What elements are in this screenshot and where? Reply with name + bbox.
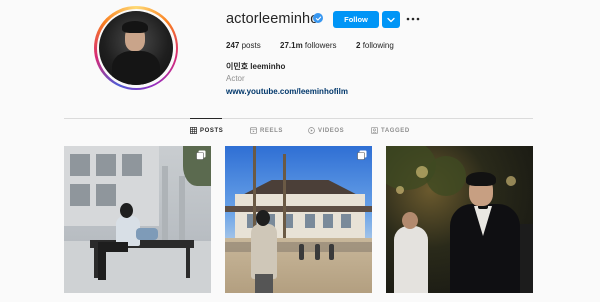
post-image-person bbox=[251, 224, 277, 279]
post-image-figure bbox=[299, 244, 304, 260]
following-count-value: 2 bbox=[356, 41, 361, 50]
post-image-background-person bbox=[394, 226, 428, 293]
post-image-window bbox=[70, 154, 90, 176]
more-options-button[interactable] bbox=[406, 12, 420, 26]
tab-posts-label: POSTS bbox=[200, 127, 224, 134]
post-thumbnail[interactable] bbox=[225, 146, 372, 293]
tab-reels-label: REELS bbox=[260, 127, 284, 134]
avatar-body bbox=[112, 51, 160, 85]
multiple-photos-icon bbox=[196, 150, 206, 160]
followers-count-label: followers bbox=[304, 41, 337, 50]
tab-tagged[interactable]: TAGGED bbox=[371, 127, 410, 134]
post-image-window bbox=[122, 154, 142, 176]
active-tab-indicator bbox=[190, 118, 222, 119]
post-image-background-person-head bbox=[402, 212, 418, 229]
tab-reels[interactable]: REELS bbox=[250, 127, 283, 134]
post-image-window bbox=[305, 214, 315, 228]
post-image-window bbox=[341, 214, 351, 228]
avatar-hair bbox=[122, 21, 148, 33]
post-image-light bbox=[506, 176, 516, 186]
follow-button[interactable]: Follow bbox=[333, 11, 379, 28]
post-image-window bbox=[96, 154, 116, 176]
post-image-light bbox=[416, 166, 428, 178]
post-image-pillar bbox=[179, 176, 185, 241]
post-image-palm bbox=[253, 146, 256, 236]
suggested-accounts-button[interactable] bbox=[382, 11, 400, 28]
post-image-person-hair bbox=[466, 172, 496, 186]
profile-username: actorleeminho bbox=[226, 11, 319, 27]
profile-category: Actor bbox=[226, 74, 245, 83]
post-thumbnail[interactable] bbox=[64, 146, 211, 293]
post-image-window bbox=[70, 184, 90, 206]
post-image-palm bbox=[283, 154, 286, 244]
avatar-border bbox=[96, 8, 176, 88]
post-image-person-shin bbox=[98, 244, 106, 280]
more-horizontal-icon bbox=[406, 17, 420, 21]
following-count-label: following bbox=[362, 41, 394, 50]
post-image-roof-trim bbox=[225, 206, 372, 212]
post-image-figure bbox=[329, 244, 334, 260]
posts-count-label: posts bbox=[241, 41, 261, 50]
avatar[interactable] bbox=[99, 11, 173, 85]
post-image-jacket bbox=[136, 228, 158, 240]
verified-badge-icon bbox=[313, 13, 323, 23]
tab-videos[interactable]: VIDEOS bbox=[308, 127, 344, 134]
post-image-person-legs bbox=[255, 274, 273, 293]
post-image-window bbox=[323, 214, 333, 228]
tab-posts[interactable]: POSTS bbox=[190, 127, 223, 134]
followers-count[interactable]: 27.1m followers bbox=[280, 41, 337, 50]
video-play-icon bbox=[308, 127, 315, 134]
chevron-down-icon bbox=[387, 17, 395, 22]
post-image-bench-leg bbox=[186, 248, 190, 278]
posts-count-value: 247 bbox=[226, 41, 240, 50]
posts-count: 247 posts bbox=[226, 41, 261, 50]
post-image-pillar bbox=[162, 166, 168, 241]
tagged-icon bbox=[371, 127, 378, 134]
post-image-foliage bbox=[426, 156, 466, 196]
post-image-figure bbox=[315, 244, 320, 260]
tabs-divider bbox=[64, 118, 533, 119]
profile-external-link[interactable]: www.youtube.com/leeminhofilm bbox=[226, 87, 348, 96]
grid-icon bbox=[190, 127, 197, 134]
profile-full-name: 이민호 leeminho bbox=[226, 62, 286, 71]
story-ring[interactable] bbox=[94, 6, 178, 90]
tab-videos-label: VIDEOS bbox=[318, 127, 345, 134]
reels-icon bbox=[250, 127, 257, 134]
post-image-person-head bbox=[120, 203, 133, 218]
multiple-photos-icon bbox=[357, 150, 367, 160]
post-image-window bbox=[96, 184, 116, 206]
tab-tagged-label: TAGGED bbox=[381, 127, 410, 134]
following-count[interactable]: 2 following bbox=[356, 41, 394, 50]
followers-count-value: 27.1m bbox=[280, 41, 303, 50]
post-image-person-head bbox=[256, 210, 270, 226]
post-image-light bbox=[396, 186, 404, 194]
post-thumbnail[interactable] bbox=[386, 146, 533, 293]
